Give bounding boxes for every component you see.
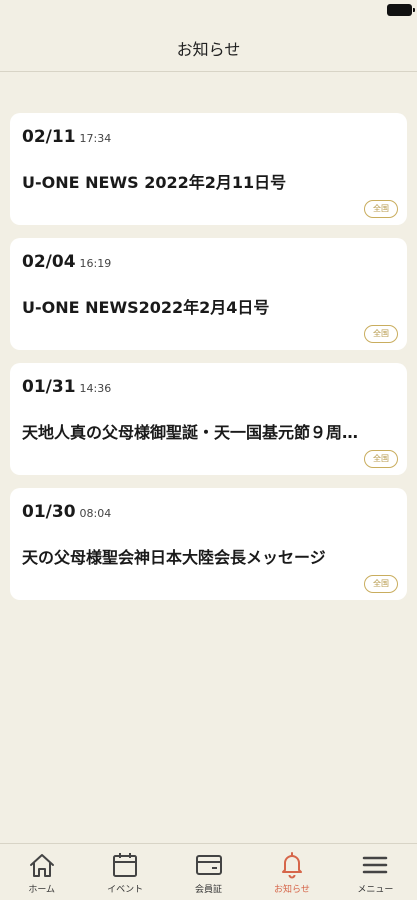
news-date-row: 02/04 16:19 (22, 252, 395, 272)
region-badge: 全国 (364, 450, 398, 468)
news-title: 天の父母様聖会神日本大陸会長メッセージ (22, 548, 326, 567)
member-card-icon (194, 851, 224, 879)
news-time: 17:34 (79, 132, 112, 145)
tab-events[interactable]: イベント (83, 844, 166, 900)
tab-label: イベント (107, 885, 144, 895)
tab-member-card[interactable]: 会員証 (167, 844, 250, 900)
news-card[interactable]: 02/04 16:19 U-ONE NEWS2022年2月4日号 全国 (10, 238, 407, 350)
tab-label: 会員証 (195, 885, 223, 895)
battery-icon (387, 4, 415, 16)
news-card[interactable]: 01/30 08:04 天の父母様聖会神日本大陸会長メッセージ 全国 (10, 488, 407, 600)
news-time: 16:19 (79, 257, 112, 270)
tab-label: ホーム (28, 885, 56, 895)
news-date-row: 02/11 17:34 (22, 127, 395, 147)
news-card[interactable]: 01/31 14:36 天地人真の父母様御聖誕・天一国基元節９周… 全国 (10, 363, 407, 475)
tab-bar: ホーム イベント 会員証 お知らせ メニュー (0, 843, 417, 900)
news-title: 天地人真の父母様御聖誕・天一国基元節９周… (22, 423, 359, 442)
home-icon (27, 851, 57, 879)
news-time: 14:36 (79, 382, 112, 395)
region-badge: 全国 (364, 200, 398, 218)
news-card[interactable]: 02/11 17:34 U-ONE NEWS 2022年2月11日号 全国 (10, 113, 407, 225)
page-title: お知らせ (176, 39, 241, 59)
news-list: 02/11 17:34 U-ONE NEWS 2022年2月11日号 全国 02… (10, 113, 407, 613)
tab-menu[interactable]: メニュー (334, 844, 417, 900)
status-bar (0, 0, 417, 22)
news-date-row: 01/31 14:36 (22, 377, 395, 397)
menu-icon (360, 851, 390, 879)
bell-icon (277, 851, 307, 879)
news-date: 02/04 (22, 252, 76, 272)
news-title: U-ONE NEWS 2022年2月11日号 (22, 173, 287, 192)
news-date: 01/31 (22, 377, 76, 397)
tab-news[interactable]: お知らせ (250, 844, 333, 900)
news-title: U-ONE NEWS2022年2月4日号 (22, 298, 270, 317)
news-date-row: 01/30 08:04 (22, 502, 395, 522)
navigation-header: お知らせ (0, 22, 417, 72)
region-badge: 全国 (364, 575, 398, 593)
tab-label: お知らせ (274, 885, 310, 895)
news-date: 02/11 (22, 127, 76, 147)
region-badge: 全国 (364, 325, 398, 343)
tab-home[interactable]: ホーム (0, 844, 83, 900)
calendar-icon (110, 851, 140, 879)
news-date: 01/30 (22, 502, 76, 522)
tab-label: メニュー (357, 885, 394, 895)
news-time: 08:04 (79, 507, 112, 520)
